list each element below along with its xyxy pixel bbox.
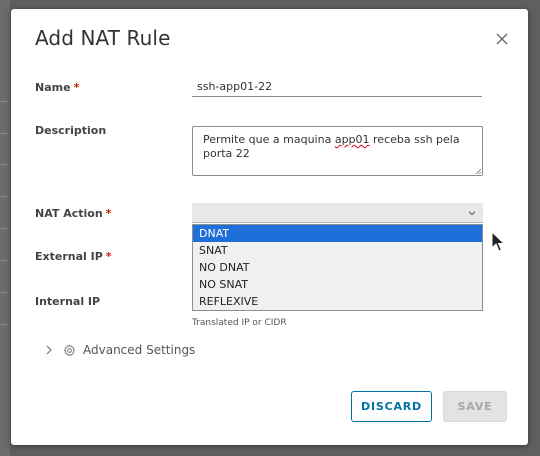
description-label: Description <box>35 124 107 137</box>
spellcheck-word: app01 <box>334 133 370 146</box>
gear-icon <box>63 344 76 356</box>
dialog-title: Add NAT Rule <box>35 26 171 50</box>
close-icon[interactable] <box>496 33 508 45</box>
background-row-line <box>0 164 8 165</box>
background-row-line <box>0 228 8 229</box>
background-row-line <box>0 324 8 325</box>
background-row-line <box>0 101 8 102</box>
background-row-line <box>0 133 8 134</box>
internal-ip-label: Internal IP <box>35 295 101 308</box>
chevron-right-icon <box>46 345 52 355</box>
option-dnat[interactable]: DNAT <box>193 225 482 242</box>
nat-action-select[interactable] <box>192 203 483 223</box>
nat-action-options-list: DNAT SNAT NO DNAT NO SNAT REFLEXIVE <box>192 224 483 311</box>
required-marker: * <box>73 81 80 94</box>
name-input[interactable]: ssh-app01-22 <box>192 76 482 97</box>
internal-ip-helper-text: Translated IP or CIDR <box>192 318 287 328</box>
advanced-settings-toggle[interactable]: Advanced Settings <box>45 342 195 358</box>
save-button[interactable]: SAVE <box>443 391 507 422</box>
chevron-down-icon <box>468 211 476 216</box>
description-textarea[interactable]: Permite que a maquina app01 receba ssh p… <box>192 126 483 176</box>
required-marker: * <box>105 207 112 220</box>
option-no-dnat[interactable]: NO DNAT <box>193 259 482 276</box>
background-row-line <box>0 196 8 197</box>
option-reflexive[interactable]: REFLEXIVE <box>193 293 482 310</box>
required-marker: * <box>105 250 112 263</box>
name-label: Name * <box>35 81 80 94</box>
mouse-cursor-icon <box>491 231 505 252</box>
add-nat-rule-dialog: Add NAT Rule Name * ssh-app01-22 Descript… <box>11 9 528 445</box>
background-row-line <box>0 292 8 293</box>
advanced-settings-label: Advanced Settings <box>83 343 196 357</box>
external-ip-label: External IP * <box>35 250 112 263</box>
resize-handle-icon[interactable] <box>475 168 481 174</box>
nat-action-label: NAT Action * <box>35 207 112 220</box>
option-no-snat[interactable]: NO SNAT <box>193 276 482 293</box>
option-snat[interactable]: SNAT <box>193 242 482 259</box>
background-row-line <box>0 260 8 261</box>
discard-button[interactable]: DISCARD <box>351 391 432 422</box>
